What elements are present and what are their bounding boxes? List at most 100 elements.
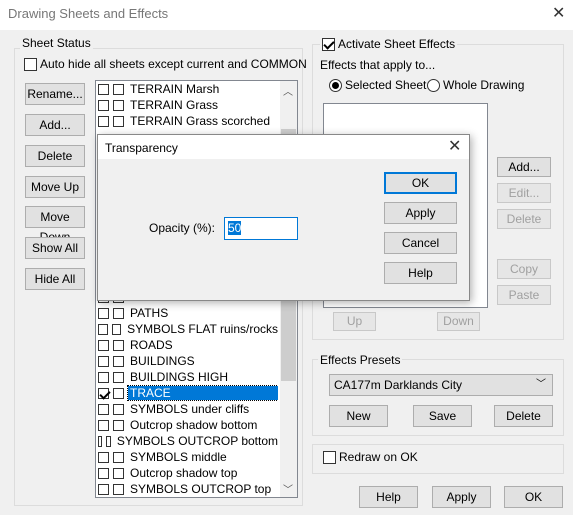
close-icon[interactable]: ✕ [552,6,565,22]
effect-delete-button[interactable]: Delete [497,209,551,229]
visible-checkbox[interactable] [98,83,109,95]
sheet-name: SYMBOLS under cliffs [130,402,250,416]
ok-button[interactable]: OK [504,486,563,508]
opacity-input[interactable]: 50 [224,217,298,240]
visible-checkbox[interactable] [98,99,109,111]
activate-effects-checkbox[interactable]: Activate Sheet Effects [320,37,458,51]
effect-up-button[interactable]: Up [333,312,376,331]
apply-to-label: Effects that apply to... [318,58,438,72]
opacity-value: 50 [228,221,242,235]
frozen-checkbox[interactable] [113,83,124,95]
sheet-row[interactable]: Outcrop shadow bottom [98,417,278,433]
modal-cancel-button[interactable]: Cancel [384,232,457,254]
modal-ok-button[interactable]: OK [384,172,457,194]
frozen-checkbox[interactable] [113,403,124,415]
preset-new-button[interactable]: New [329,405,388,427]
sheet-row[interactable]: SYMBOLS OUTCROP top [98,481,278,497]
sheet-row[interactable]: TERRAIN Grass [98,97,278,113]
effect-paste-button[interactable]: Paste [497,285,551,305]
visible-checkbox[interactable] [98,355,109,367]
rename-button[interactable]: Rename... [25,83,85,105]
frozen-checkbox[interactable] [113,419,124,431]
sheet-name: BUILDINGS HIGH [130,370,229,384]
sheet-row[interactable]: SYMBOLS OUTCROP bottom [98,433,278,449]
move-up-button[interactable]: Move Up [25,176,85,198]
effect-copy-button[interactable]: Copy [497,259,551,279]
visible-checkbox[interactable] [98,435,103,447]
radio-whole-drawing[interactable]: Whole Drawing [427,78,524,92]
sheet-row[interactable]: TERRAIN Marsh [98,81,278,97]
modal-close-icon[interactable]: ✕ [448,139,461,155]
preset-delete-button[interactable]: Delete [494,405,553,427]
checkbox[interactable] [322,37,335,51]
visible-checkbox[interactable] [98,387,109,399]
sheet-row[interactable]: SYMBOLS FLAT ruins/rocks [98,321,278,337]
scroll-down-icon[interactable]: ﹀ [283,481,293,496]
hide-all-button[interactable]: Hide All [25,268,85,290]
visible-checkbox[interactable] [98,403,109,415]
radio[interactable] [329,78,342,92]
visible-checkbox[interactable] [98,483,109,495]
modal-help-button[interactable]: Help [384,262,457,284]
frozen-checkbox[interactable] [106,435,111,447]
presets-label: Effects Presets [318,353,403,367]
frozen-checkbox[interactable] [113,371,124,383]
frozen-checkbox[interactable] [113,483,124,495]
presets-dropdown[interactable]: CA177m Darklands City ﹀ [329,374,553,396]
visible-checkbox[interactable] [98,307,109,319]
modal-apply-button[interactable]: Apply [384,202,457,224]
frozen-checkbox[interactable] [113,387,124,399]
frozen-checkbox[interactable] [113,355,124,367]
opacity-label: Opacity (%): [149,221,216,235]
frozen-checkbox[interactable] [113,339,124,351]
delete-button[interactable]: Delete [25,145,85,167]
visible-checkbox[interactable] [98,419,109,431]
sheet-row[interactable]: Outcrop shadow top [98,465,278,481]
preset-save-button[interactable]: Save [413,405,472,427]
add-button[interactable]: Add... [25,114,85,136]
effect-down-button[interactable]: Down [437,312,480,331]
sheet-row[interactable]: TERRAIN Grass scorched [98,113,278,129]
auto-hide-checkbox[interactable]: Auto hide all sheets except current and … [24,57,307,71]
sheet-row[interactable]: SYMBOLS under cliffs [98,401,278,417]
scroll-up-icon[interactable]: ︿ [283,83,293,98]
sheet-name: SYMBOLS middle [130,450,227,464]
visible-checkbox[interactable] [98,371,109,383]
effect-edit-button[interactable]: Edit... [497,183,551,203]
checkbox[interactable] [323,450,336,464]
sheet-name: PATHS [130,306,169,320]
sheet-name: Outcrop shadow top [130,466,238,480]
frozen-checkbox[interactable] [113,307,124,319]
show-all-button[interactable]: Show All [25,237,85,259]
move-down-button[interactable]: Move Down [25,206,85,244]
frozen-checkbox[interactable] [113,99,124,111]
effect-add-button[interactable]: Add... [497,157,551,177]
frozen-checkbox[interactable] [113,115,124,127]
visible-checkbox[interactable] [98,323,108,335]
frozen-checkbox[interactable] [113,467,124,479]
help-button[interactable]: Help [359,486,418,508]
radio-selected-sheet[interactable]: Selected Sheet [329,78,426,92]
sheet-name: Outcrop shadow bottom [130,418,258,432]
visible-checkbox[interactable] [98,451,109,463]
sheet-row[interactable]: SYMBOLS middle [98,449,278,465]
radio-label: Whole Drawing [443,78,525,92]
frozen-checkbox[interactable] [113,451,124,463]
radio[interactable] [427,78,440,92]
visible-checkbox[interactable] [98,467,109,479]
visible-checkbox[interactable] [98,115,109,127]
frozen-checkbox[interactable] [111,323,122,335]
sheet-row[interactable]: BUILDINGS HIGH [98,369,278,385]
modal-title: Transparency [105,141,178,155]
sheet-name: SYMBOLS OUTCROP top [130,482,272,496]
sheet-row[interactable]: TRACE [98,385,278,401]
sheet-row[interactable]: PATHS [98,305,278,321]
apply-button[interactable]: Apply [432,486,491,508]
presets-selected: CA177m Darklands City [334,378,463,392]
checkbox[interactable] [24,57,37,71]
redraw-checkbox[interactable]: Redraw on OK [323,450,418,464]
sheet-name: SYMBOLS OUTCROP bottom [116,434,278,448]
visible-checkbox[interactable] [98,339,109,351]
sheet-row[interactable]: BUILDINGS [98,353,278,369]
sheet-row[interactable]: ROADS [98,337,278,353]
